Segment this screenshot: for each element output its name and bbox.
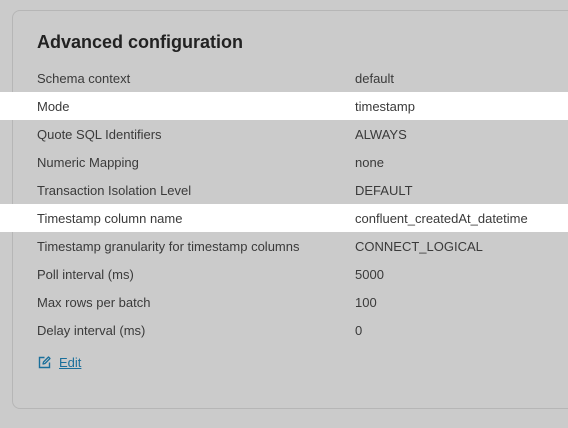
config-row-schema-context: Schema context default <box>0 64 568 92</box>
edit-icon <box>38 356 51 369</box>
config-label: Timestamp granularity for timestamp colu… <box>37 239 300 254</box>
config-row-timestamp-column-name: Timestamp column name confluent_createdA… <box>0 204 568 232</box>
config-value: none <box>355 155 384 170</box>
config-row-transaction-isolation-level: Transaction Isolation Level DEFAULT <box>0 176 568 204</box>
config-value: ALWAYS <box>355 127 407 142</box>
config-value: default <box>355 71 395 86</box>
config-label: Quote SQL Identifiers <box>37 127 162 142</box>
config-label: Max rows per batch <box>37 295 151 310</box>
config-row-max-rows-per-batch: Max rows per batch 100 <box>0 288 568 316</box>
config-label: Numeric Mapping <box>37 155 139 170</box>
config-value: CONNECT_LOGICAL <box>355 239 483 254</box>
config-value: 100 <box>355 295 377 310</box>
panel-title: Advanced configuration <box>37 32 244 52</box>
config-row-quote-sql-identifiers: Quote SQL Identifiers ALWAYS <box>0 120 568 148</box>
config-row-timestamp-granularity: Timestamp granularity for timestamp colu… <box>0 232 568 260</box>
config-row-numeric-mapping: Numeric Mapping none <box>0 148 568 176</box>
config-row-delay-interval: Delay interval (ms) 0 <box>0 316 568 344</box>
config-value: timestamp <box>355 99 415 114</box>
config-row-poll-interval: Poll interval (ms) 5000 <box>0 260 568 288</box>
config-label: Schema context <box>37 71 131 86</box>
config-label: Transaction Isolation Level <box>37 183 192 198</box>
config-value: 5000 <box>355 267 384 282</box>
config-label: Poll interval (ms) <box>37 267 134 282</box>
config-row-mode: Mode timestamp <box>0 92 568 120</box>
edit-link[interactable]: Edit <box>38 355 81 370</box>
config-label: Timestamp column name <box>37 211 183 226</box>
config-label: Delay interval (ms) <box>37 323 146 338</box>
config-value: 0 <box>355 323 363 338</box>
edit-label: Edit <box>59 355 82 370</box>
config-label: Mode <box>37 99 70 114</box>
config-value: confluent_createdAt_datetime <box>355 211 528 226</box>
config-value: DEFAULT <box>355 183 413 198</box>
config-list: Schema context default Mode timestamp Qu… <box>0 64 568 344</box>
